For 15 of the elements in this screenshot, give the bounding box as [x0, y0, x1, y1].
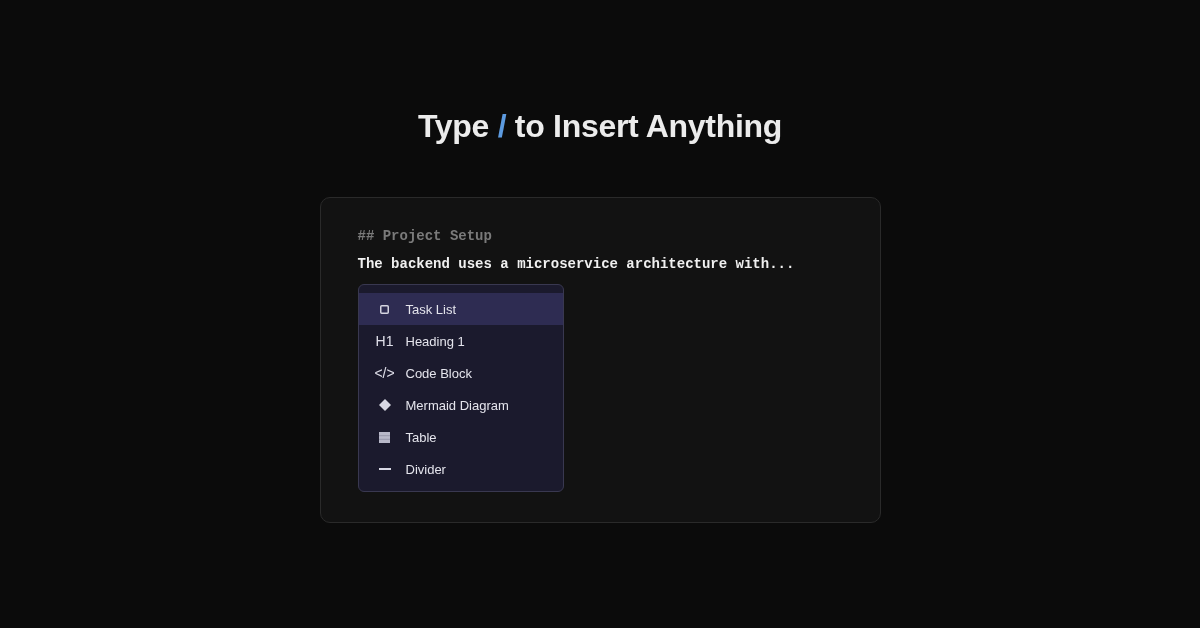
menu-item[interactable]: </> Code Block [358, 357, 563, 389]
markdown-heading: ## Project Setup [357, 227, 492, 246]
menu-item[interactable]: Table [358, 421, 563, 453]
menu-item[interactable]: H1 Heading 1 [358, 325, 563, 357]
page-title: Type / to Insert Anything [417, 107, 783, 146]
dash-icon [378, 468, 391, 470]
menu-item[interactable]: Mermaid Diagram [358, 389, 563, 421]
editor-text: The backend uses a microservice architecture with... [357, 255, 795, 274]
diamond-icon [378, 399, 391, 411]
table-icon [379, 431, 390, 443]
menu-item[interactable]: Divider [358, 453, 563, 485]
glyph-icon: H1 [375, 333, 394, 349]
menu-item[interactable]: Task List [358, 293, 563, 325]
checkbox-icon [380, 304, 389, 314]
glyph-icon: </> [374, 365, 395, 381]
